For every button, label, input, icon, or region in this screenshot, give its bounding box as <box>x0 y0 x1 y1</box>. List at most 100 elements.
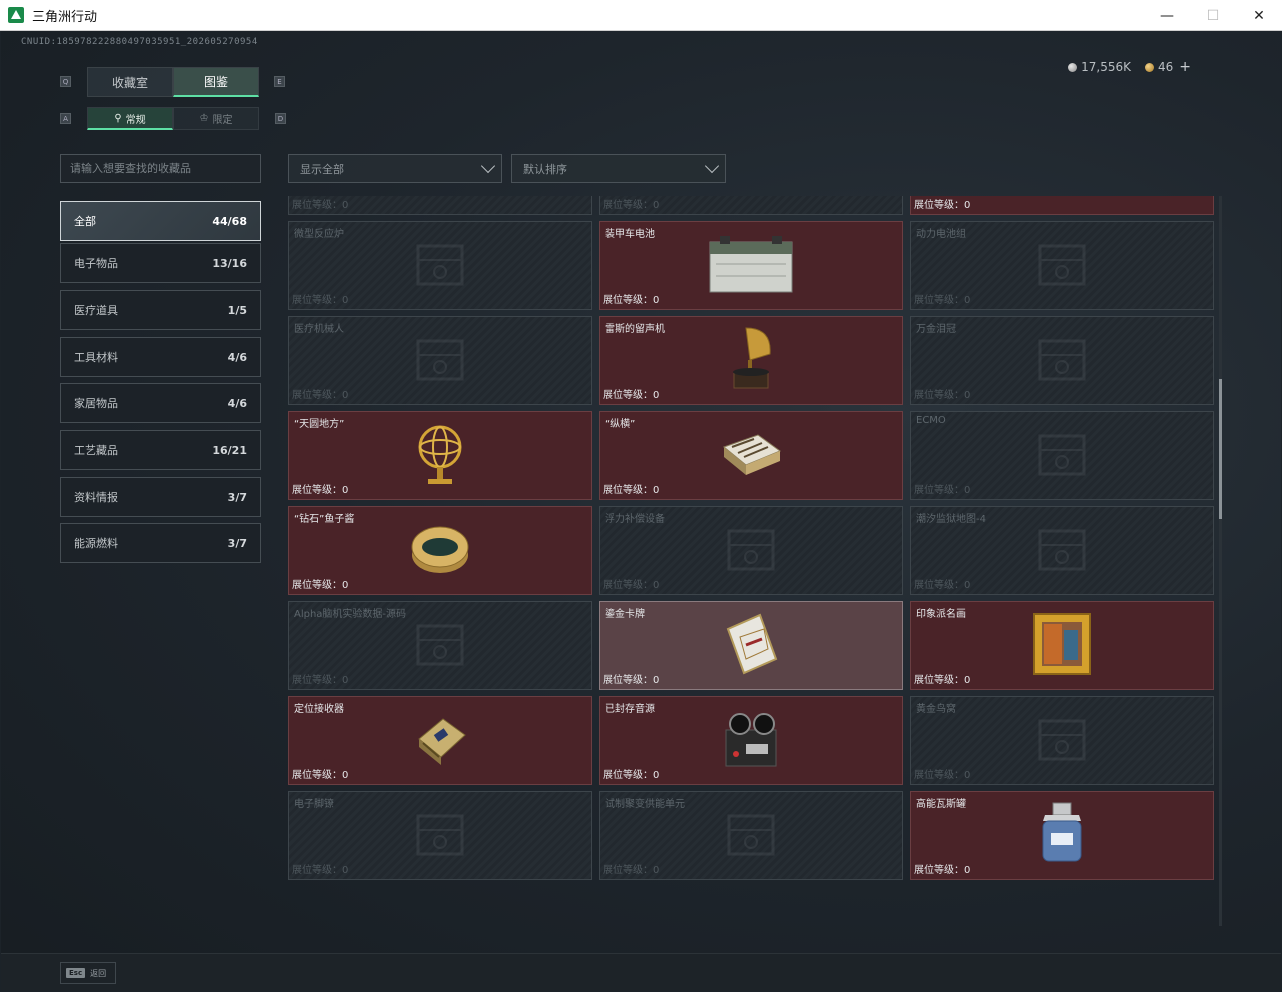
reactor-icon <box>410 236 470 296</box>
collection-card[interactable]: “天圆地方” 展位等级：0 <box>288 411 592 500</box>
sort-dropdown[interactable]: 默认排序 <box>511 154 726 183</box>
category-item[interactable]: 全部 44/68 <box>60 201 261 241</box>
category-item[interactable]: 家居物品 4/6 <box>60 383 261 423</box>
back-label: 返回 <box>90 968 107 978</box>
collection-card[interactable]: Alpha脑机实验数据-源码 展位等级：0 <box>288 601 592 690</box>
window-titlebar: 三角洲行动 — ☐ ✕ <box>0 0 1282 31</box>
filter-show-dropdown[interactable]: 显示全部 <box>288 154 502 183</box>
collection-card[interactable]: 黄金鸟窝 展位等级：0 <box>910 696 1214 785</box>
item-name: 微型反应炉 <box>294 229 344 240</box>
item-name: 潮汐监狱地图-4 <box>916 514 986 525</box>
item-name: “钻石”鱼子酱 <box>294 514 355 525</box>
lock-icon: ⚲ <box>114 112 122 124</box>
booth-level: 展位等级：0 <box>292 295 349 306</box>
scrollbar-thumb[interactable] <box>1219 379 1222 519</box>
category-item[interactable]: 资料情报 3/7 <box>60 477 261 517</box>
subtab-normal[interactable]: ⚲ 常规 <box>87 107 173 130</box>
power-cell-icon <box>1032 236 1092 296</box>
robot-icon <box>410 331 470 391</box>
buoyancy-icon <box>721 521 781 581</box>
window-title: 三角洲行动 <box>32 9 98 25</box>
tab-right-key-hint[interactable]: E <box>274 76 285 87</box>
category-label: 工艺藏品 <box>74 444 118 457</box>
tab-catalog[interactable]: 图鉴 <box>173 67 259 97</box>
collection-card[interactable]: 已封存音源 展位等级：0 <box>599 696 903 785</box>
category-item[interactable]: 工艺藏品 16/21 <box>60 430 261 470</box>
subtab-left-key-hint[interactable]: A <box>60 113 71 124</box>
category-item[interactable]: 工具材料 4/6 <box>60 337 261 377</box>
search-input[interactable] <box>60 154 261 183</box>
painting-icon <box>1032 612 1092 680</box>
collection-card[interactable]: ECMO 展位等级：0 <box>910 411 1214 500</box>
category-label: 全部 <box>74 215 96 228</box>
tab-collection-room[interactable]: 收藏室 <box>87 67 173 97</box>
collection-card[interactable]: 印象派名画 展位等级：0 <box>910 601 1214 690</box>
tab-left-key-hint[interactable]: Q <box>60 76 71 87</box>
booth-level: 展位等级：0 <box>292 390 349 401</box>
chevron-down-icon <box>480 158 496 174</box>
esc-key-icon: Esc <box>66 968 86 978</box>
booth-level: 展位等级：0 <box>292 485 349 496</box>
item-name: “纵横” <box>605 419 636 430</box>
maximize-button[interactable]: ☐ <box>1190 0 1236 31</box>
gold-coin-icon <box>1144 63 1154 72</box>
category-count: 3/7 <box>227 490 247 504</box>
booth-level: 展位等级：0 <box>603 770 660 781</box>
fusion-cell-icon <box>721 806 781 866</box>
back-button[interactable]: Esc 返回 <box>60 962 116 984</box>
category-item[interactable]: 电子物品 13/16 <box>60 243 261 283</box>
collection-card[interactable]: 高能瓦斯罐 展位等级：0 <box>910 791 1214 880</box>
receiver-icon <box>409 709 471 773</box>
app-logo-icon <box>8 7 24 23</box>
collection-card[interactable]: “钻石”鱼子酱 展位等级：0 <box>288 506 592 595</box>
sort-value: 默认排序 <box>523 162 567 176</box>
close-button[interactable]: ✕ <box>1236 0 1282 31</box>
collection-card[interactable]: 定位接收器 展位等级：0 <box>288 696 592 785</box>
collection-card[interactable]: 装甲车电池 展位等级：0 <box>599 221 903 310</box>
collection-card[interactable]: 微型反应炉展位等级：0 <box>288 221 592 310</box>
booth-level: 展位等级：0 <box>292 865 349 876</box>
item-name: 电子脚镣 <box>294 799 334 810</box>
collection-card[interactable]: 电子脚镣展位等级：0 <box>288 791 592 880</box>
booth-level: 展位等级：0 <box>603 295 660 306</box>
golden-nest-icon <box>1032 711 1092 771</box>
collection-card[interactable]: 医疗机械人 展位等级：0 <box>288 316 592 405</box>
collection-card[interactable]: 潮汐监狱地图-4 展位等级：0 <box>910 506 1214 595</box>
subtab-right-key-hint[interactable]: D <box>275 113 286 124</box>
category-item[interactable]: 医疗道具 1/5 <box>60 290 261 330</box>
category-label: 工具材料 <box>74 351 118 364</box>
category-item[interactable]: 能源燃料 3/7 <box>60 523 261 563</box>
add-currency-button[interactable]: + <box>1179 59 1191 75</box>
machine-icon <box>721 196 781 201</box>
window-controls: — ☐ ✕ <box>1144 0 1282 31</box>
collection-card[interactable]: 展位等级：0 <box>910 196 1214 215</box>
item-name: 浮力补偿设备 <box>605 514 665 525</box>
booth-level: 展位等级：0 <box>603 675 660 686</box>
collection-card[interactable]: 展位等级：0 <box>599 196 903 215</box>
crate-icon <box>410 196 470 201</box>
collection-card[interactable]: 鎏金卡牌 展位等级：0 <box>599 601 903 690</box>
minimize-button[interactable]: — <box>1144 0 1190 31</box>
user-id-text: CNUID:18597822288049703595‌1_20260527095… <box>21 37 258 47</box>
category-label: 能源燃料 <box>74 537 118 550</box>
booth-level: 展位等级：0 <box>914 675 971 686</box>
booth-level: 展位等级：0 <box>292 580 349 591</box>
collection-card[interactable]: 动力电池组展位等级：0 <box>910 221 1214 310</box>
booth-level: 展位等级：0 <box>914 865 971 876</box>
booth-level: 展位等级：0 <box>914 295 971 306</box>
booth-level: 展位等级：0 <box>914 390 971 401</box>
collection-card[interactable]: 试制聚变供能单元 展位等级：0 <box>599 791 903 880</box>
grid-scrollbar[interactable] <box>1219 196 1222 926</box>
tape-recorder-icon <box>720 708 782 774</box>
collection-card[interactable]: “纵横” 展位等级：0 <box>599 411 903 500</box>
currency-bar: 17,556K 46 + <box>1068 59 1191 75</box>
collection-card[interactable]: 浮力补偿设备 展位等级：0 <box>599 506 903 595</box>
collection-card[interactable]: 万金泪冠 展位等级：0 <box>910 316 1214 405</box>
collection-card[interactable]: 展位等级：0 <box>288 196 592 215</box>
ankle-monitor-icon <box>410 806 470 866</box>
gold-amount: 46 <box>1157 60 1174 74</box>
item-name: 动力电池组 <box>916 229 966 240</box>
collection-card[interactable]: 雷斯的留声机 展位等级：0 <box>599 316 903 405</box>
category-count: 4/6 <box>227 350 247 364</box>
subtab-limited[interactable]: ♔ 限定 <box>173 107 259 130</box>
